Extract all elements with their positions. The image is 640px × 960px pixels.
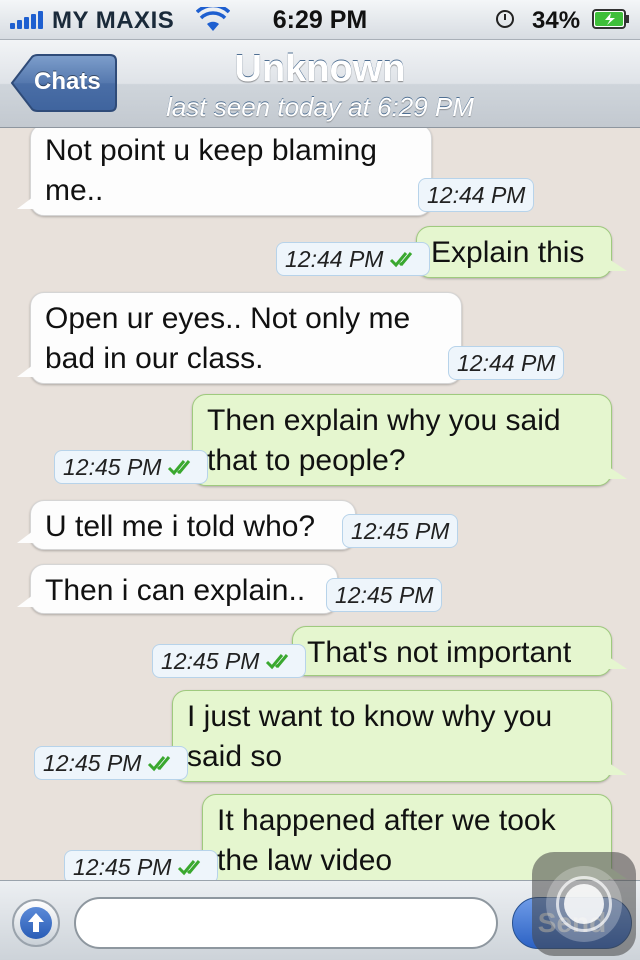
clock-icon <box>496 10 514 28</box>
timestamp-text: 12:45 PM <box>351 518 450 544</box>
message-bubble-incoming[interactable]: Not point u keep blaming me.. <box>17 128 432 216</box>
timestamp-text: 12:44 PM <box>457 350 556 376</box>
battery-icon <box>592 9 629 29</box>
message-text: said so <box>187 740 283 773</box>
timestamp-text: 12:45 PM <box>335 582 434 608</box>
message-timestamp: 12:45 PM <box>326 578 443 612</box>
message-bubble-incoming[interactable]: Then i can explain.. <box>17 564 338 614</box>
chat-thread[interactable]: Not point u keep blaming me.. 12:44 PM E… <box>0 128 640 880</box>
message-bubble-incoming[interactable]: U tell me i told who? <box>17 500 356 550</box>
navigation-bar: Chats Unknown last seen today at 6:29 PM <box>0 40 640 128</box>
assistive-touch-button[interactable] <box>532 852 636 956</box>
last-seen-status: last seen today at 6:29 PM <box>166 92 474 122</box>
assistive-touch-center <box>564 884 604 924</box>
bubble-tail <box>609 657 627 669</box>
bubble-tail <box>609 259 627 271</box>
message-text: Explain this <box>431 236 585 269</box>
message-timestamp: 12:45 PM <box>34 746 189 780</box>
read-receipt-icon <box>390 252 413 268</box>
message-bubble-outgoing[interactable]: I just want to know why you said so <box>172 690 627 782</box>
bubble-tail <box>609 763 627 775</box>
bubble-tail <box>17 595 33 607</box>
timestamp-text: 12:44 PM <box>427 182 526 208</box>
message-text: That's not important <box>307 636 572 669</box>
attach-button[interactable] <box>12 899 60 947</box>
timestamp-text: 12:45 PM <box>161 648 260 674</box>
message-text: bad in our class. <box>45 342 264 375</box>
message-input[interactable] <box>74 897 498 949</box>
read-receipt-icon <box>178 860 201 876</box>
message-timestamp: 12:44 PM <box>276 242 431 276</box>
message-timestamp: 12:44 PM <box>418 178 535 212</box>
read-receipt-icon <box>168 460 191 476</box>
timestamp-text: 12:45 PM <box>73 854 172 880</box>
message-timestamp: 12:45 PM <box>54 450 209 484</box>
battery-percentage: 34% <box>532 7 581 34</box>
message-text: Not point u keep blaming <box>45 134 377 167</box>
message-bubble-outgoing[interactable]: Explain this <box>416 226 627 278</box>
message-timestamp: 12:45 PM <box>64 850 219 880</box>
timestamp-text: 12:45 PM <box>43 750 142 776</box>
timestamp-text: 12:45 PM <box>63 454 162 480</box>
status-bar: MY MAXIS 6:29 PM 34% <box>0 0 640 40</box>
message-bubble-incoming[interactable]: Open ur eyes.. Not only me bad in our cl… <box>17 292 462 384</box>
bubble-tail <box>17 365 33 377</box>
bubble-tail <box>17 197 33 209</box>
bubble-tail <box>609 467 627 479</box>
message-timestamp: 12:45 PM <box>342 514 459 548</box>
message-bubble-outgoing[interactable]: That's not important <box>292 626 627 676</box>
message-text: Then i can explain.. <box>45 574 306 607</box>
message-timestamp: 12:45 PM <box>152 644 307 678</box>
message-text: Then explain why you said <box>207 404 561 437</box>
message-bubble-outgoing[interactable]: Then explain why you said that to people… <box>192 394 627 486</box>
message-text: Open ur eyes.. Not only me <box>45 302 411 335</box>
read-receipt-icon <box>148 756 171 772</box>
message-timestamp: 12:44 PM <box>448 346 565 380</box>
bubble-tail <box>17 531 33 543</box>
read-receipt-icon <box>266 654 289 670</box>
message-text: U tell me i told who? <box>45 510 316 543</box>
back-button-label: Chats <box>34 68 101 95</box>
timestamp-text: 12:44 PM <box>285 246 384 272</box>
upload-arrow-icon <box>20 907 52 939</box>
message-text: me.. <box>45 174 104 207</box>
message-text: I just want to know why you <box>187 700 553 733</box>
message-text: It happened after we took <box>217 804 556 837</box>
contact-name[interactable]: Unknown <box>130 48 510 91</box>
message-text: that to people? <box>207 444 406 477</box>
